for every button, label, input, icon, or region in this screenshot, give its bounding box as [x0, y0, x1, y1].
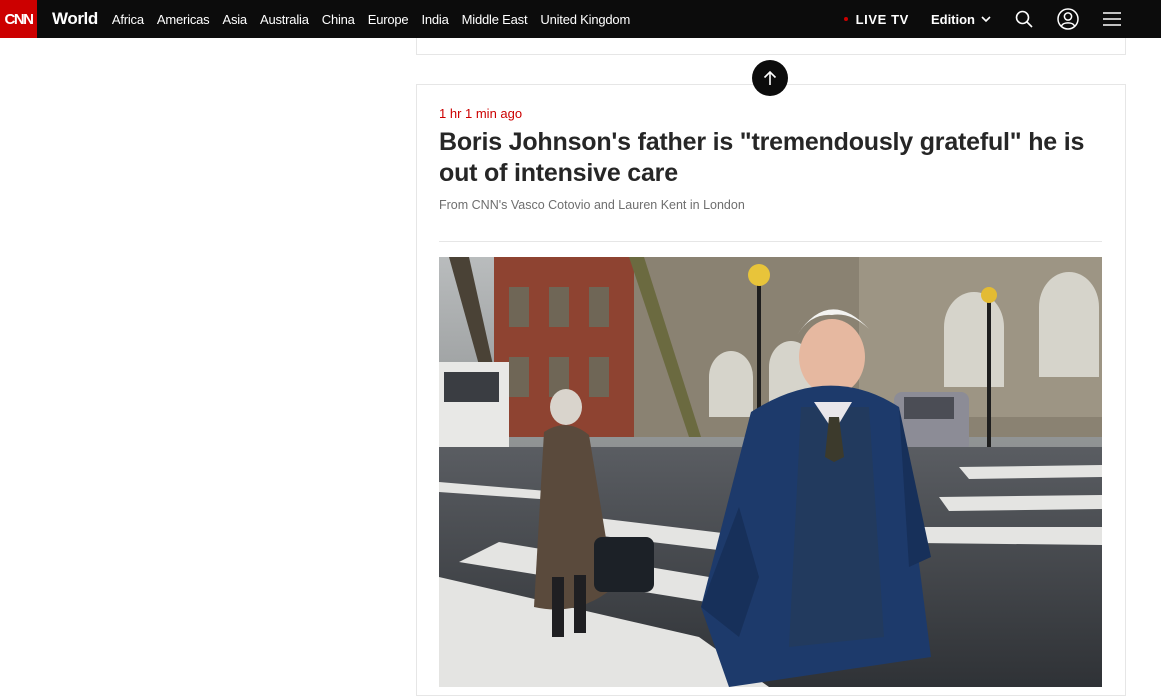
scroll-to-top-button[interactable] [752, 60, 788, 96]
live-tv-label: LIVE TV [855, 11, 909, 27]
chevron-down-icon [981, 15, 991, 22]
edition-label: Edition [930, 11, 975, 27]
user-icon [1057, 8, 1079, 30]
region-nav: Africa Americas Asia Australia China Eur… [112, 12, 643, 27]
header-tools: LIVE TV Edition [843, 0, 1161, 38]
nav-item-europe[interactable]: Europe [368, 12, 409, 27]
nav-item-middle-east[interactable]: Middle East [462, 12, 528, 27]
live-post-card: 1 hr 1 min ago Boris Johnson's father is… [416, 84, 1126, 696]
nav-item-china[interactable]: China [322, 12, 355, 27]
post-divider [439, 241, 1102, 242]
post-headline: Boris Johnson's father is "tremendously … [439, 128, 1085, 187]
nav-item-india[interactable]: India [421, 12, 448, 27]
edition-dropdown[interactable]: Edition [931, 12, 991, 27]
live-tv-link[interactable]: LIVE TV [843, 11, 909, 27]
search-button[interactable] [1013, 8, 1035, 30]
post-timestamp: 1 hr 1 min ago [439, 106, 523, 121]
search-icon [1015, 10, 1033, 28]
arrow-up-icon [763, 70, 777, 85]
menu-button[interactable] [1101, 8, 1123, 30]
live-indicator-dot [843, 17, 848, 21]
nav-item-united-kingdom[interactable]: United Kingdom [540, 12, 630, 27]
nav-item-asia[interactable]: Asia [222, 12, 247, 27]
hamburger-menu-icon [1103, 12, 1121, 26]
post-photo[interactable] [439, 257, 1102, 687]
nav-item-africa[interactable]: Africa [112, 12, 144, 27]
street-scene-illustration [439, 257, 1102, 687]
top-navigation-bar: CNN World Africa Americas Asia Australia… [0, 0, 1161, 38]
nav-item-americas[interactable]: Americas [157, 12, 210, 27]
post-byline: From CNN's Vasco Cotovio and Lauren Kent… [439, 198, 745, 212]
previous-post-card [416, 38, 1126, 55]
account-button[interactable] [1057, 8, 1079, 30]
section-title[interactable]: World [52, 9, 98, 29]
cnn-logo[interactable]: CNN [0, 0, 37, 38]
nav-item-australia[interactable]: Australia [260, 12, 309, 27]
